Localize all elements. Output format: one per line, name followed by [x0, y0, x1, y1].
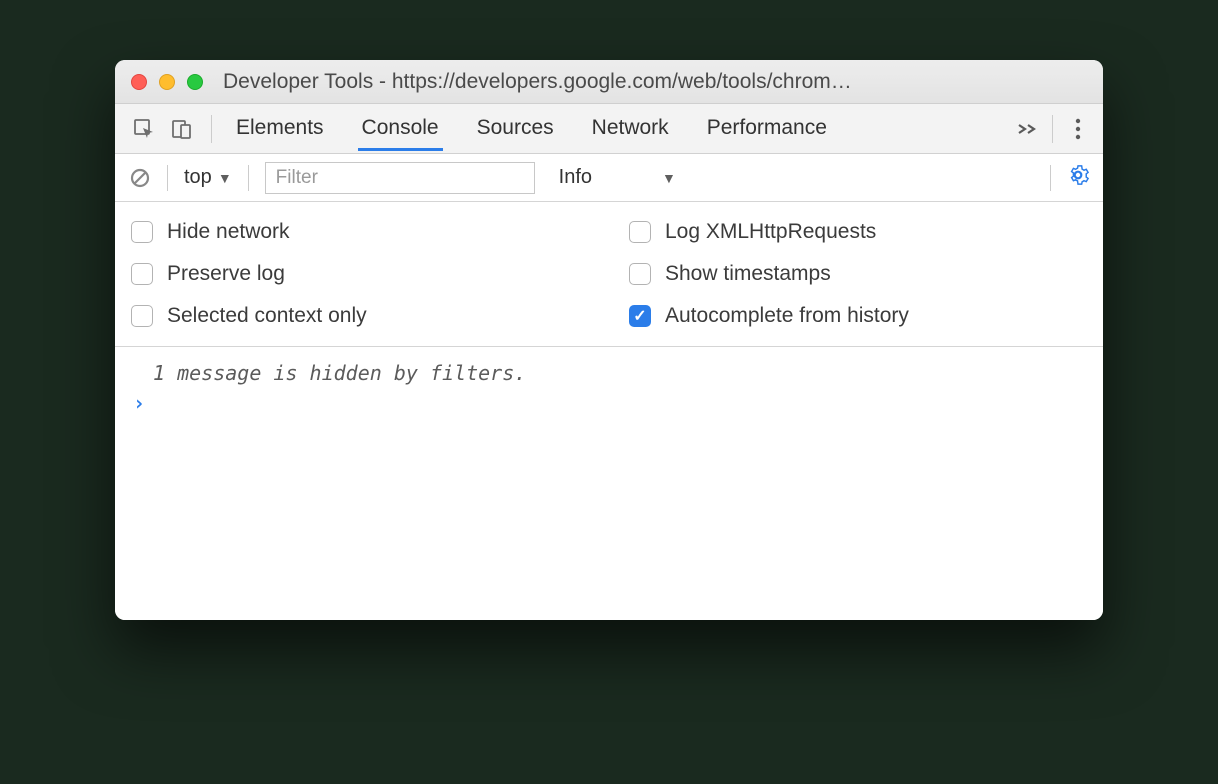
separator [1052, 115, 1053, 143]
window-title: Developer Tools - https://developers.goo… [223, 70, 1087, 94]
checkbox[interactable] [131, 263, 153, 285]
context-label: top [184, 166, 212, 189]
setting-label: Selected context only [167, 304, 367, 328]
setting-label: Preserve log [167, 262, 285, 286]
checkbox[interactable] [629, 305, 651, 327]
checkbox[interactable] [629, 221, 651, 243]
inspect-element-icon[interactable] [131, 116, 157, 142]
setting-selected-context: Selected context only [131, 304, 589, 328]
separator [1050, 165, 1051, 191]
context-selector[interactable]: top ▼ [184, 166, 232, 189]
minimize-window-button[interactable] [159, 74, 175, 90]
more-tabs-icon[interactable] [1012, 122, 1042, 136]
tab-sources[interactable]: Sources [473, 106, 558, 151]
separator [248, 165, 249, 191]
setting-preserve-log: Preserve log [131, 262, 589, 286]
console-prompt-icon[interactable]: › [131, 391, 1087, 415]
tab-console[interactable]: Console [358, 106, 443, 151]
toggle-device-icon[interactable] [169, 116, 195, 142]
log-level-label: Info [559, 166, 592, 189]
setting-autocomplete-history: Autocomplete from history [629, 304, 1087, 328]
setting-show-timestamps: Show timestamps [629, 262, 1087, 286]
checkbox[interactable] [131, 221, 153, 243]
main-tabbar: Elements Console Sources Network Perform… [115, 104, 1103, 154]
dropdown-triangle-icon: ▼ [662, 170, 676, 186]
tab-performance[interactable]: Performance [703, 106, 831, 151]
filter-input[interactable] [265, 162, 535, 194]
checkbox[interactable] [629, 263, 651, 285]
console-toolbar: top ▼ Info ▼ [115, 154, 1103, 202]
setting-label: Show timestamps [665, 262, 831, 286]
setting-label: Log XMLHttpRequests [665, 220, 876, 244]
tab-elements[interactable]: Elements [232, 106, 328, 151]
window-controls [131, 74, 203, 90]
separator [167, 165, 168, 191]
filtered-message-notice: 1 message is hidden by filters. [131, 357, 1087, 391]
clear-console-icon[interactable] [129, 167, 151, 189]
console-settings-panel: Hide network Log XMLHttpRequests Preserv… [115, 202, 1103, 347]
dropdown-triangle-icon: ▼ [218, 170, 232, 186]
checkbox[interactable] [131, 305, 153, 327]
setting-log-xhr: Log XMLHttpRequests [629, 220, 1087, 244]
titlebar: Developer Tools - https://developers.goo… [115, 60, 1103, 104]
maximize-window-button[interactable] [187, 74, 203, 90]
setting-hide-network: Hide network [131, 220, 589, 244]
setting-label: Hide network [167, 220, 290, 244]
log-level-selector[interactable]: Info ▼ [559, 166, 676, 189]
separator [211, 115, 212, 143]
kebab-menu-icon[interactable] [1063, 118, 1093, 140]
console-output[interactable]: 1 message is hidden by filters. › [115, 347, 1103, 620]
devtools-window: Developer Tools - https://developers.goo… [115, 60, 1103, 620]
console-settings-icon[interactable] [1067, 164, 1089, 192]
panel-tabs: Elements Console Sources Network Perform… [232, 106, 831, 151]
tab-network[interactable]: Network [588, 106, 673, 151]
close-window-button[interactable] [131, 74, 147, 90]
setting-label: Autocomplete from history [665, 304, 909, 328]
